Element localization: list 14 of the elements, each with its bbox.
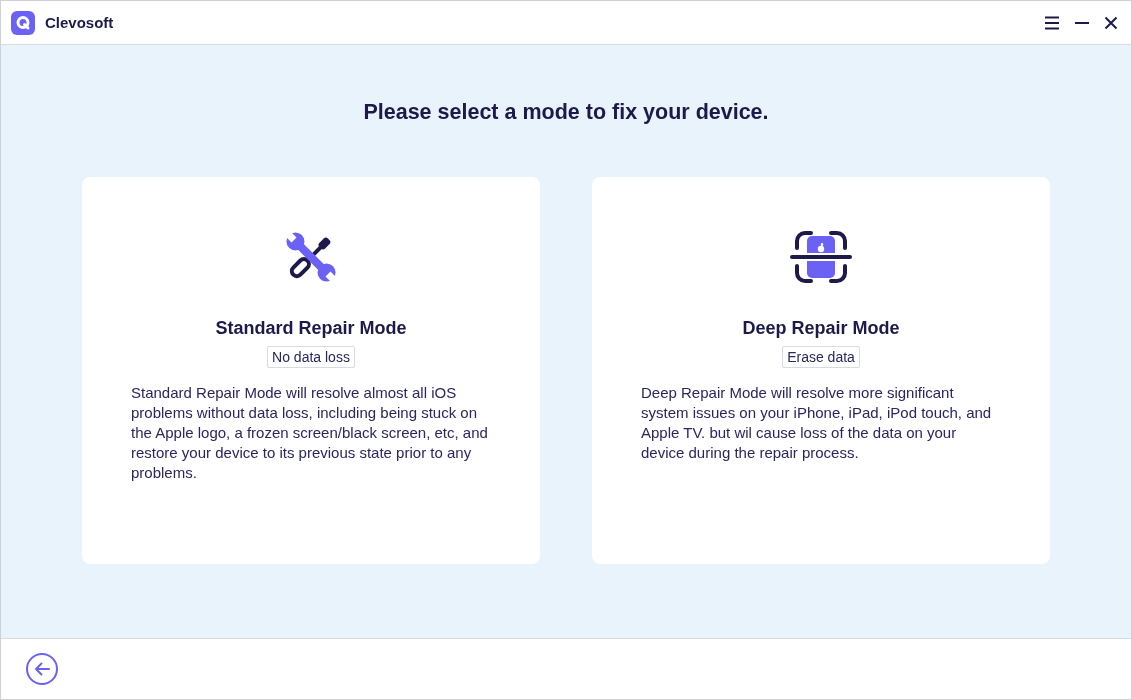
window-title: Clevosoft: [45, 14, 114, 31]
page-heading: Please select a mode to fix your device.: [363, 99, 769, 126]
app-logo-icon: [11, 10, 35, 35]
menu-icon[interactable]: [1044, 15, 1060, 30]
mode-tag: No data loss: [267, 346, 355, 368]
mode-description: Standard Repair Mode will resolve almost all iOS problems without data loss, including being stuck on the Apple logo, a frozen screen/black screen, etc, and restore your device to its previous state prior to any problems.: [130, 383, 489, 483]
mode-card[interactable]: [592, 177, 1050, 564]
mode-card[interactable]: [82, 177, 540, 564]
mode-title: Standard Repair Mode: [215, 317, 407, 340]
mode-title: Deep Repair Mode: [742, 317, 900, 340]
close-icon[interactable]: [1104, 15, 1118, 30]
minimize-icon[interactable]: [1074, 21, 1090, 24]
mode-description: Deep Repair Mode will resolve more significant system issues on your iPhone, iPad, iPod touch, and Apple TV. but wil cause loss of the data on your device during the repair process.: [640, 383, 993, 463]
mode-tag: Erase data: [782, 346, 860, 368]
